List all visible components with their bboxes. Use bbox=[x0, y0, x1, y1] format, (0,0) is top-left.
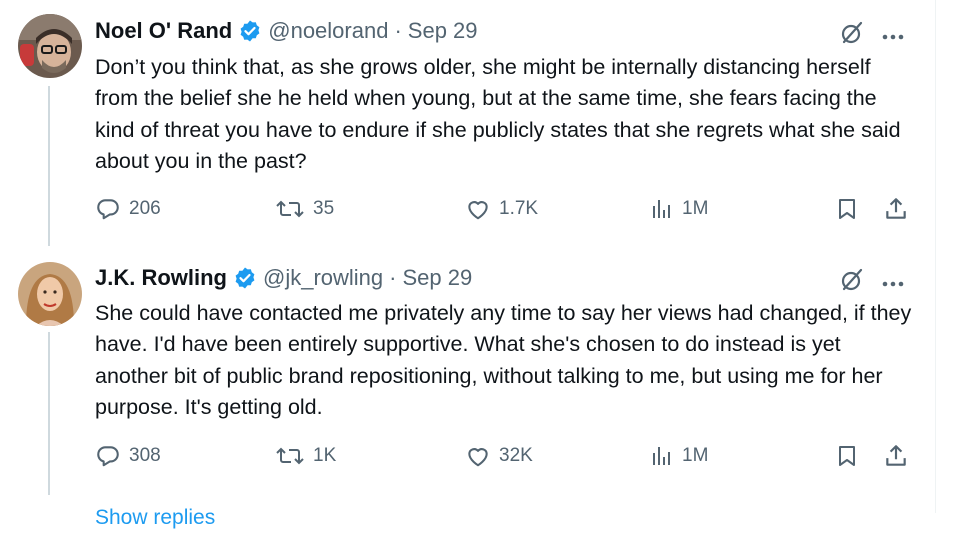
views-button[interactable]: 1M bbox=[650, 443, 708, 469]
avatar[interactable] bbox=[18, 262, 82, 326]
tweet-actions: 206 35 1.7K 1M bbox=[95, 196, 910, 226]
reply-icon bbox=[97, 199, 119, 220]
author-name[interactable]: Noel O' Rand bbox=[95, 18, 232, 44]
more-icon[interactable] bbox=[881, 275, 905, 293]
share-button[interactable] bbox=[883, 443, 917, 469]
tweet-text: Don’t you think that, as she grows older… bbox=[95, 55, 901, 173]
author-handle[interactable]: @noelorand bbox=[268, 18, 388, 44]
repost-button[interactable]: 1K bbox=[275, 443, 336, 469]
heart-icon bbox=[468, 201, 488, 220]
verified-badge-icon bbox=[233, 266, 257, 290]
grok-icon[interactable] bbox=[839, 267, 865, 298]
bookmark-icon bbox=[839, 199, 855, 219]
bookmark-button[interactable] bbox=[835, 443, 867, 469]
tweet-date[interactable]: Sep 29 bbox=[408, 18, 478, 44]
tweet-header: J.K. Rowling @jk_rowling · Sep 29 bbox=[95, 263, 472, 293]
share-button[interactable] bbox=[883, 196, 917, 222]
repost-icon bbox=[276, 200, 304, 218]
bookmark-button[interactable] bbox=[835, 196, 867, 222]
repost-button[interactable]: 35 bbox=[275, 196, 334, 222]
share-icon bbox=[886, 198, 906, 219]
show-replies-link[interactable]: Show replies bbox=[95, 503, 215, 533]
reply-button[interactable]: 206 bbox=[95, 196, 161, 222]
author-handle[interactable]: @jk_rowling bbox=[263, 265, 383, 291]
views-icon bbox=[653, 200, 670, 218]
views-icon bbox=[653, 447, 670, 465]
separator: · bbox=[394, 18, 402, 43]
bookmark-icon bbox=[839, 446, 855, 466]
reply-icon bbox=[97, 446, 119, 467]
tweet-header: Noel O' Rand @noelorand · Sep 29 bbox=[95, 16, 478, 46]
repost-count: 35 bbox=[313, 198, 335, 219]
like-button[interactable]: 1.7K bbox=[465, 196, 538, 222]
reply-count: 308 bbox=[129, 445, 161, 466]
tweet-date[interactable]: Sep 29 bbox=[402, 265, 472, 291]
reply-count: 206 bbox=[129, 198, 161, 219]
repost-count: 1K bbox=[313, 445, 337, 466]
separator: · bbox=[389, 265, 397, 290]
more-icon[interactable] bbox=[881, 28, 905, 46]
column-divider bbox=[935, 0, 936, 513]
views-button[interactable]: 1M bbox=[650, 196, 708, 222]
view-count: 1M bbox=[682, 198, 709, 219]
like-count: 32K bbox=[499, 445, 533, 466]
tweet-text: She could have contacted me privately an… bbox=[95, 301, 912, 419]
reply-button[interactable]: 308 bbox=[95, 443, 161, 469]
like-button[interactable]: 32K bbox=[465, 443, 533, 469]
avatar[interactable] bbox=[18, 14, 82, 78]
tweet-card[interactable]: Noel O' Rand @noelorand · Sep 29 Don’t y… bbox=[0, 0, 935, 246]
tweet-actions: 308 1K 32K 1M bbox=[95, 443, 910, 473]
heart-icon bbox=[468, 448, 488, 467]
author-name[interactable]: J.K. Rowling bbox=[95, 265, 227, 291]
tweet-card[interactable]: J.K. Rowling @jk_rowling · Sep 29 She co… bbox=[0, 246, 935, 496]
repost-icon bbox=[276, 447, 304, 465]
like-count: 1.7K bbox=[499, 198, 539, 219]
share-icon bbox=[886, 445, 906, 466]
view-count: 1M bbox=[682, 445, 709, 466]
verified-badge-icon bbox=[238, 19, 262, 43]
grok-icon[interactable] bbox=[839, 20, 865, 51]
